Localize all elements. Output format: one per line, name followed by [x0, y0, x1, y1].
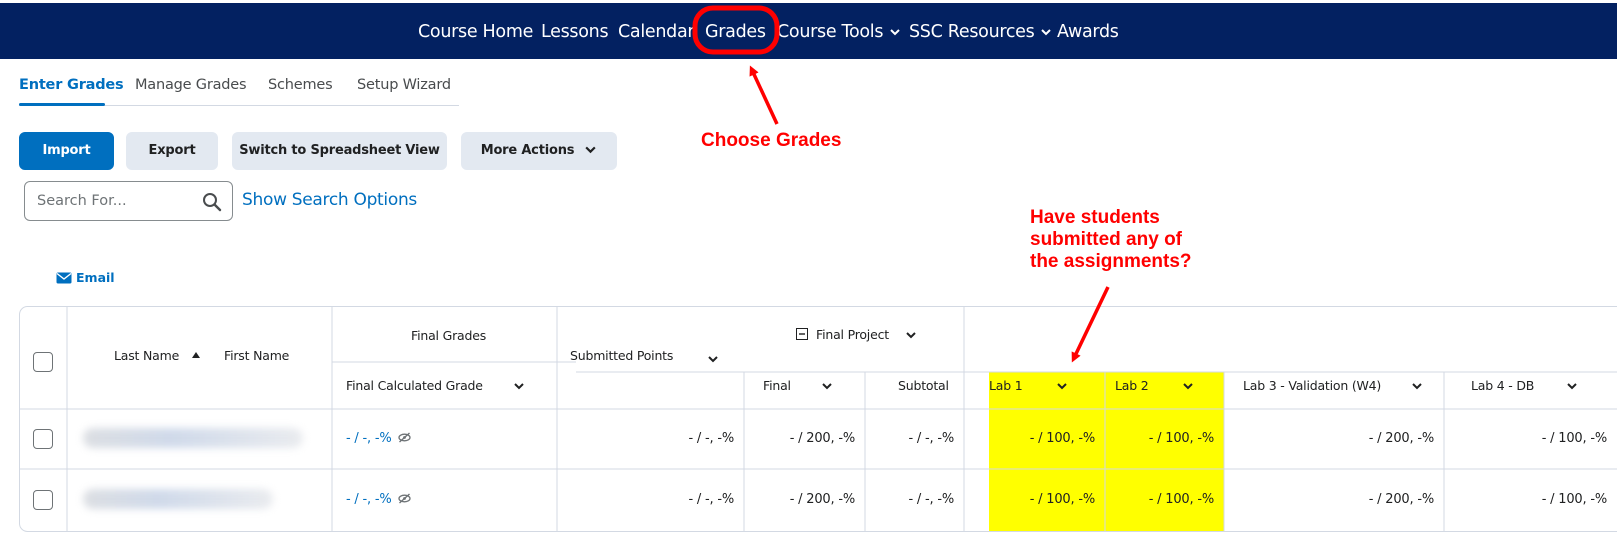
final-cell[interactable]: - / 200, -% [744, 431, 855, 446]
submitted-points-cell: - / -, -% [688, 431, 734, 446]
chevron-down-icon [890, 29, 900, 36]
final-calc-value: - / -, -% [346, 492, 392, 507]
chevron-down-icon[interactable] [821, 380, 833, 392]
grades-table: Last Name First Name Final Grades Final … [19, 306, 1617, 532]
lab4-cell[interactable]: - / 100, -% [1444, 492, 1607, 507]
lab4-header[interactable]: Lab 4 - DB [1471, 378, 1578, 393]
lab2-cell[interactable]: - / 100, -% [1105, 492, 1214, 507]
more-actions-label: More Actions [480, 143, 575, 158]
row-checkbox[interactable] [33, 429, 53, 449]
final-calc-value: - / -, -% [346, 431, 392, 446]
nav-grades[interactable]: Grades [705, 3, 766, 59]
subtotal-cell: - / -, -% [908, 431, 954, 446]
final-project-label: Final Project [816, 327, 889, 342]
tab-manage-grades[interactable]: Manage Grades [135, 77, 247, 93]
highlight-lab1-lab2 [989, 372, 1224, 532]
collapse-icon[interactable] [796, 328, 808, 340]
switch-to-spreadsheet-button[interactable]: Switch to Spreadsheet View [232, 132, 447, 170]
lab1-header[interactable]: Lab 1 [989, 378, 1068, 393]
lab4-cell[interactable]: - / 100, -% [1444, 431, 1607, 446]
chevron-down-icon[interactable] [905, 329, 917, 341]
submitted-points-label: Submitted Points [570, 348, 674, 363]
final-header[interactable]: Final [763, 378, 833, 393]
annotation-choose-grades: Choose Grades [701, 130, 842, 151]
tab-enter-grades[interactable]: Enter Grades [19, 77, 124, 93]
final-cell[interactable]: - / 200, -% [744, 492, 855, 507]
final-calculated-grade-cell[interactable]: - / -, -% [346, 492, 412, 507]
submitted-points-cell: - / -, -% [688, 492, 734, 507]
final-grades-group-header: Final Grades [411, 328, 487, 343]
last-name-label: Last Name [114, 348, 180, 363]
show-search-options-link[interactable]: Show Search Options [242, 190, 417, 210]
active-tab-indicator [19, 103, 105, 106]
nav-awards[interactable]: Awards [1057, 3, 1119, 59]
lab3-header[interactable]: Lab 3 - Validation (W4) [1243, 378, 1423, 393]
select-all-checkbox[interactable] [33, 352, 53, 372]
subtotal-cell: - / -, -% [908, 492, 954, 507]
nav-ssc-resources-label: SSC Resources [909, 22, 1035, 42]
search-icon[interactable] [202, 192, 222, 212]
lab1-cell[interactable]: - / 100, -% [989, 431, 1095, 446]
lab2-header[interactable]: Lab 2 [1115, 378, 1194, 393]
last-name-header[interactable]: Last Name [114, 348, 201, 363]
nav-lessons[interactable]: Lessons [541, 3, 609, 59]
import-button[interactable]: Import [19, 132, 114, 170]
top-navbar: Course Home Lessons Calendar Grades Cour… [0, 3, 1617, 59]
envelope-icon [56, 272, 72, 284]
lab2-label: Lab 2 [1115, 378, 1149, 393]
first-name-header[interactable]: First Name [224, 348, 289, 363]
lab1-label: Lab 1 [989, 378, 1023, 393]
more-actions-button[interactable]: More Actions [461, 132, 617, 170]
nav-course-tools-label: Course Tools [777, 22, 884, 42]
lab1-cell[interactable]: - / 100, -% [989, 492, 1095, 507]
chevron-down-icon[interactable] [1182, 380, 1194, 392]
nav-ssc-resources[interactable]: SSC Resources [909, 3, 1052, 59]
email-button[interactable]: Email [56, 270, 115, 285]
annotation-question: Have students submitted any of the assig… [1030, 207, 1192, 273]
annotation-line: the assignments? [1030, 251, 1192, 272]
row-checkbox[interactable] [33, 490, 53, 510]
nav-calendar[interactable]: Calendar [618, 3, 695, 59]
chevron-down-icon [1041, 29, 1052, 36]
tab-schemes[interactable]: Schemes [268, 77, 333, 93]
final-label: Final [763, 378, 791, 393]
lab2-cell[interactable]: - / 100, -% [1105, 431, 1214, 446]
final-calculated-grade-label: Final Calculated Grade [346, 378, 483, 393]
nav-course-tools[interactable]: Course Tools [777, 3, 901, 59]
final-calculated-grade-cell[interactable]: - / -, -% [346, 431, 412, 446]
tab-setup-wizard[interactable]: Setup Wizard [357, 77, 451, 93]
email-label: Email [76, 270, 115, 285]
sort-ascending-icon [191, 352, 200, 358]
chevron-down-icon[interactable] [1411, 380, 1423, 392]
annotation-line: Have students [1030, 207, 1160, 228]
chevron-down-icon[interactable] [707, 353, 719, 365]
lab3-cell[interactable]: - / 200, -% [1224, 431, 1434, 446]
lab3-label: Lab 3 - Validation (W4) [1243, 378, 1382, 393]
student-name-redacted[interactable] [83, 428, 303, 448]
hidden-eye-icon [398, 432, 412, 443]
student-name-redacted[interactable] [83, 489, 273, 509]
chevron-down-icon[interactable] [1056, 380, 1068, 392]
chevron-down-icon[interactable] [1566, 380, 1578, 392]
export-button[interactable]: Export [126, 132, 218, 170]
submitted-points-header[interactable]: Submitted Points [570, 348, 719, 365]
chevron-down-icon [585, 146, 596, 154]
lab3-cell[interactable]: - / 200, -% [1224, 492, 1434, 507]
arrow-to-grades [749, 65, 779, 125]
search-box [24, 181, 233, 221]
search-input[interactable] [37, 191, 197, 211]
annotation-line: submitted any of [1030, 229, 1183, 250]
hidden-eye-icon [398, 493, 412, 504]
grades-subtabs: Enter Grades Manage Grades Schemes Setup… [19, 73, 459, 106]
lab4-label: Lab 4 - DB [1471, 378, 1535, 393]
final-calculated-grade-header[interactable]: Final Calculated Grade [346, 378, 525, 393]
chevron-down-icon[interactable] [513, 380, 525, 392]
nav-course-home[interactable]: Course Home [418, 3, 533, 59]
subtotal-header: Subtotal [898, 378, 949, 393]
final-project-group-header[interactable]: Final Project [796, 327, 917, 342]
